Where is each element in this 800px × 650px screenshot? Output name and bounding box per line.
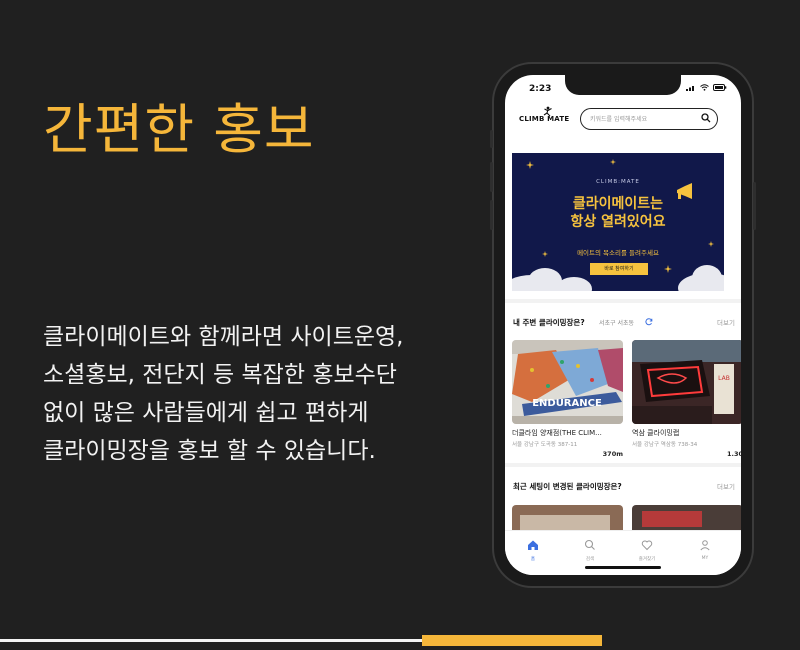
volume-down-button (490, 200, 493, 230)
section-divider (505, 463, 741, 467)
search-input[interactable]: 키워드를 입력해주세요 (580, 108, 718, 130)
tab-label: 즐겨찾기 (638, 557, 656, 562)
footer-line (0, 639, 422, 642)
battery-icon (713, 84, 727, 91)
tab-my[interactable]: MY (685, 536, 725, 561)
tab-bar: 홈 검색 즐겨찾기 MY (505, 530, 741, 575)
signal-icon (686, 86, 694, 91)
gym-address: 서울 강남구 도곡동 387-11 (512, 442, 578, 448)
description-line: 없이 많은 사람들에게 쉽고 편하게 (43, 400, 369, 426)
gym-card[interactable]: ENDURANCE 더클라임 양재점(THE CLIM... 서울 강남구 도곡… (512, 340, 623, 458)
sparkle-icon (610, 159, 616, 165)
banner-join-button[interactable]: 바로 참여하기 (590, 263, 648, 275)
gym-card[interactable]: LAB 역삼 클라이밍랩 서울 강남구 역삼동 738-34 1.30 (632, 340, 741, 458)
promo-banner[interactable]: CLIMB:MATE 클라이메이트는 항상 열려있어요 메이트의 목소리를 들려… (512, 153, 724, 291)
section-divider (505, 299, 741, 303)
gym-name: 역삼 클라이밍랩 (632, 429, 680, 437)
gym-distance: 370m (602, 450, 623, 458)
sparkle-icon (526, 161, 534, 169)
description-line: 클라이밍장을 홍보 할 수 있습니다. (43, 438, 376, 464)
nearby-section-header: 내 주변 클라이밍장은? 서초구 서초동 더보기 (513, 317, 735, 331)
svg-text:LAB: LAB (718, 375, 730, 382)
person-icon (700, 540, 710, 551)
gym-distance: 1.30 (726, 450, 741, 458)
cloud-decoration (556, 277, 592, 291)
recent-more-link[interactable]: 더보기 (717, 481, 735, 491)
phone-screen: 2:23 CLIMB MATE 키워드를 입력해주세요 CLIMB:MATE 클… (505, 75, 741, 575)
app-logo[interactable]: CLIMB MATE (519, 115, 569, 123)
search-placeholder: 키워드를 입력해주세요 (590, 116, 648, 123)
recent-title: 최근 세팅이 변경된 클라이밍장은? (513, 482, 622, 491)
gym-photo: LAB (632, 340, 741, 424)
volume-up-button (490, 162, 493, 192)
description-line: 클라이메이트와 함께라면 사이트운영, (43, 324, 404, 350)
refresh-icon[interactable] (645, 318, 653, 326)
gym-sign-illustration: LAB (632, 340, 741, 424)
nearby-title: 내 주변 클라이밍장은? (513, 318, 585, 327)
gym-address: 서울 강남구 역삼동 738-34 (632, 442, 698, 448)
phone-mockup: 2:23 CLIMB MATE 키워드를 입력해주세요 CLIMB:MATE 클… (490, 62, 756, 588)
svg-text:ENDURANCE: ENDURANCE (532, 398, 602, 409)
footer-accent-bar (422, 635, 602, 646)
nearby-location: 서초구 서초동 (599, 320, 635, 327)
banner-title-line: 항상 열려있어요 (570, 214, 666, 230)
mute-switch (490, 130, 493, 148)
status-icons (686, 84, 727, 91)
photo-detail (642, 511, 702, 527)
banner-subtitle: 메이트의 목소리를 들려주세요 (577, 249, 659, 257)
description: 클라이메이트와 함께라면 사이트운영, 소셜홍보, 전단지 등 복잡한 홍보수단… (43, 318, 404, 470)
tab-label: 홈 (530, 557, 536, 562)
app-header: CLIMB MATE 키워드를 입력해주세요 (505, 105, 741, 137)
gym-photo: ENDURANCE (512, 340, 623, 424)
search-icon (584, 539, 595, 550)
gym-name: 더클라임 양재점(THE CLIM... (512, 429, 602, 437)
home-indicator (585, 566, 661, 569)
search-icon[interactable] (701, 113, 711, 123)
tab-label: 검색 (585, 557, 595, 562)
heart-icon (641, 540, 653, 551)
status-time: 2:23 (529, 84, 552, 94)
recent-section-header: 최근 세팅이 변경된 클라이밍장은? 더보기 (513, 481, 735, 495)
tab-favorites[interactable]: 즐겨찾기 (627, 536, 667, 562)
description-line: 소셜홍보, 전단지 등 복잡한 홍보수단 (43, 362, 397, 388)
tab-home[interactable]: 홈 (513, 536, 553, 562)
cloud-decoration (692, 265, 722, 291)
gym-wall-illustration: ENDURANCE (512, 340, 623, 424)
notch (565, 75, 681, 95)
megaphone-icon (677, 183, 692, 199)
headline: 간편한 홍보 (43, 98, 315, 161)
nearby-more-link[interactable]: 더보기 (717, 317, 735, 327)
tab-label: MY (701, 556, 709, 561)
sparkle-icon (664, 265, 672, 273)
tab-search[interactable]: 검색 (570, 536, 610, 562)
home-icon (528, 540, 538, 550)
power-button (753, 182, 756, 230)
wifi-icon (700, 84, 709, 91)
